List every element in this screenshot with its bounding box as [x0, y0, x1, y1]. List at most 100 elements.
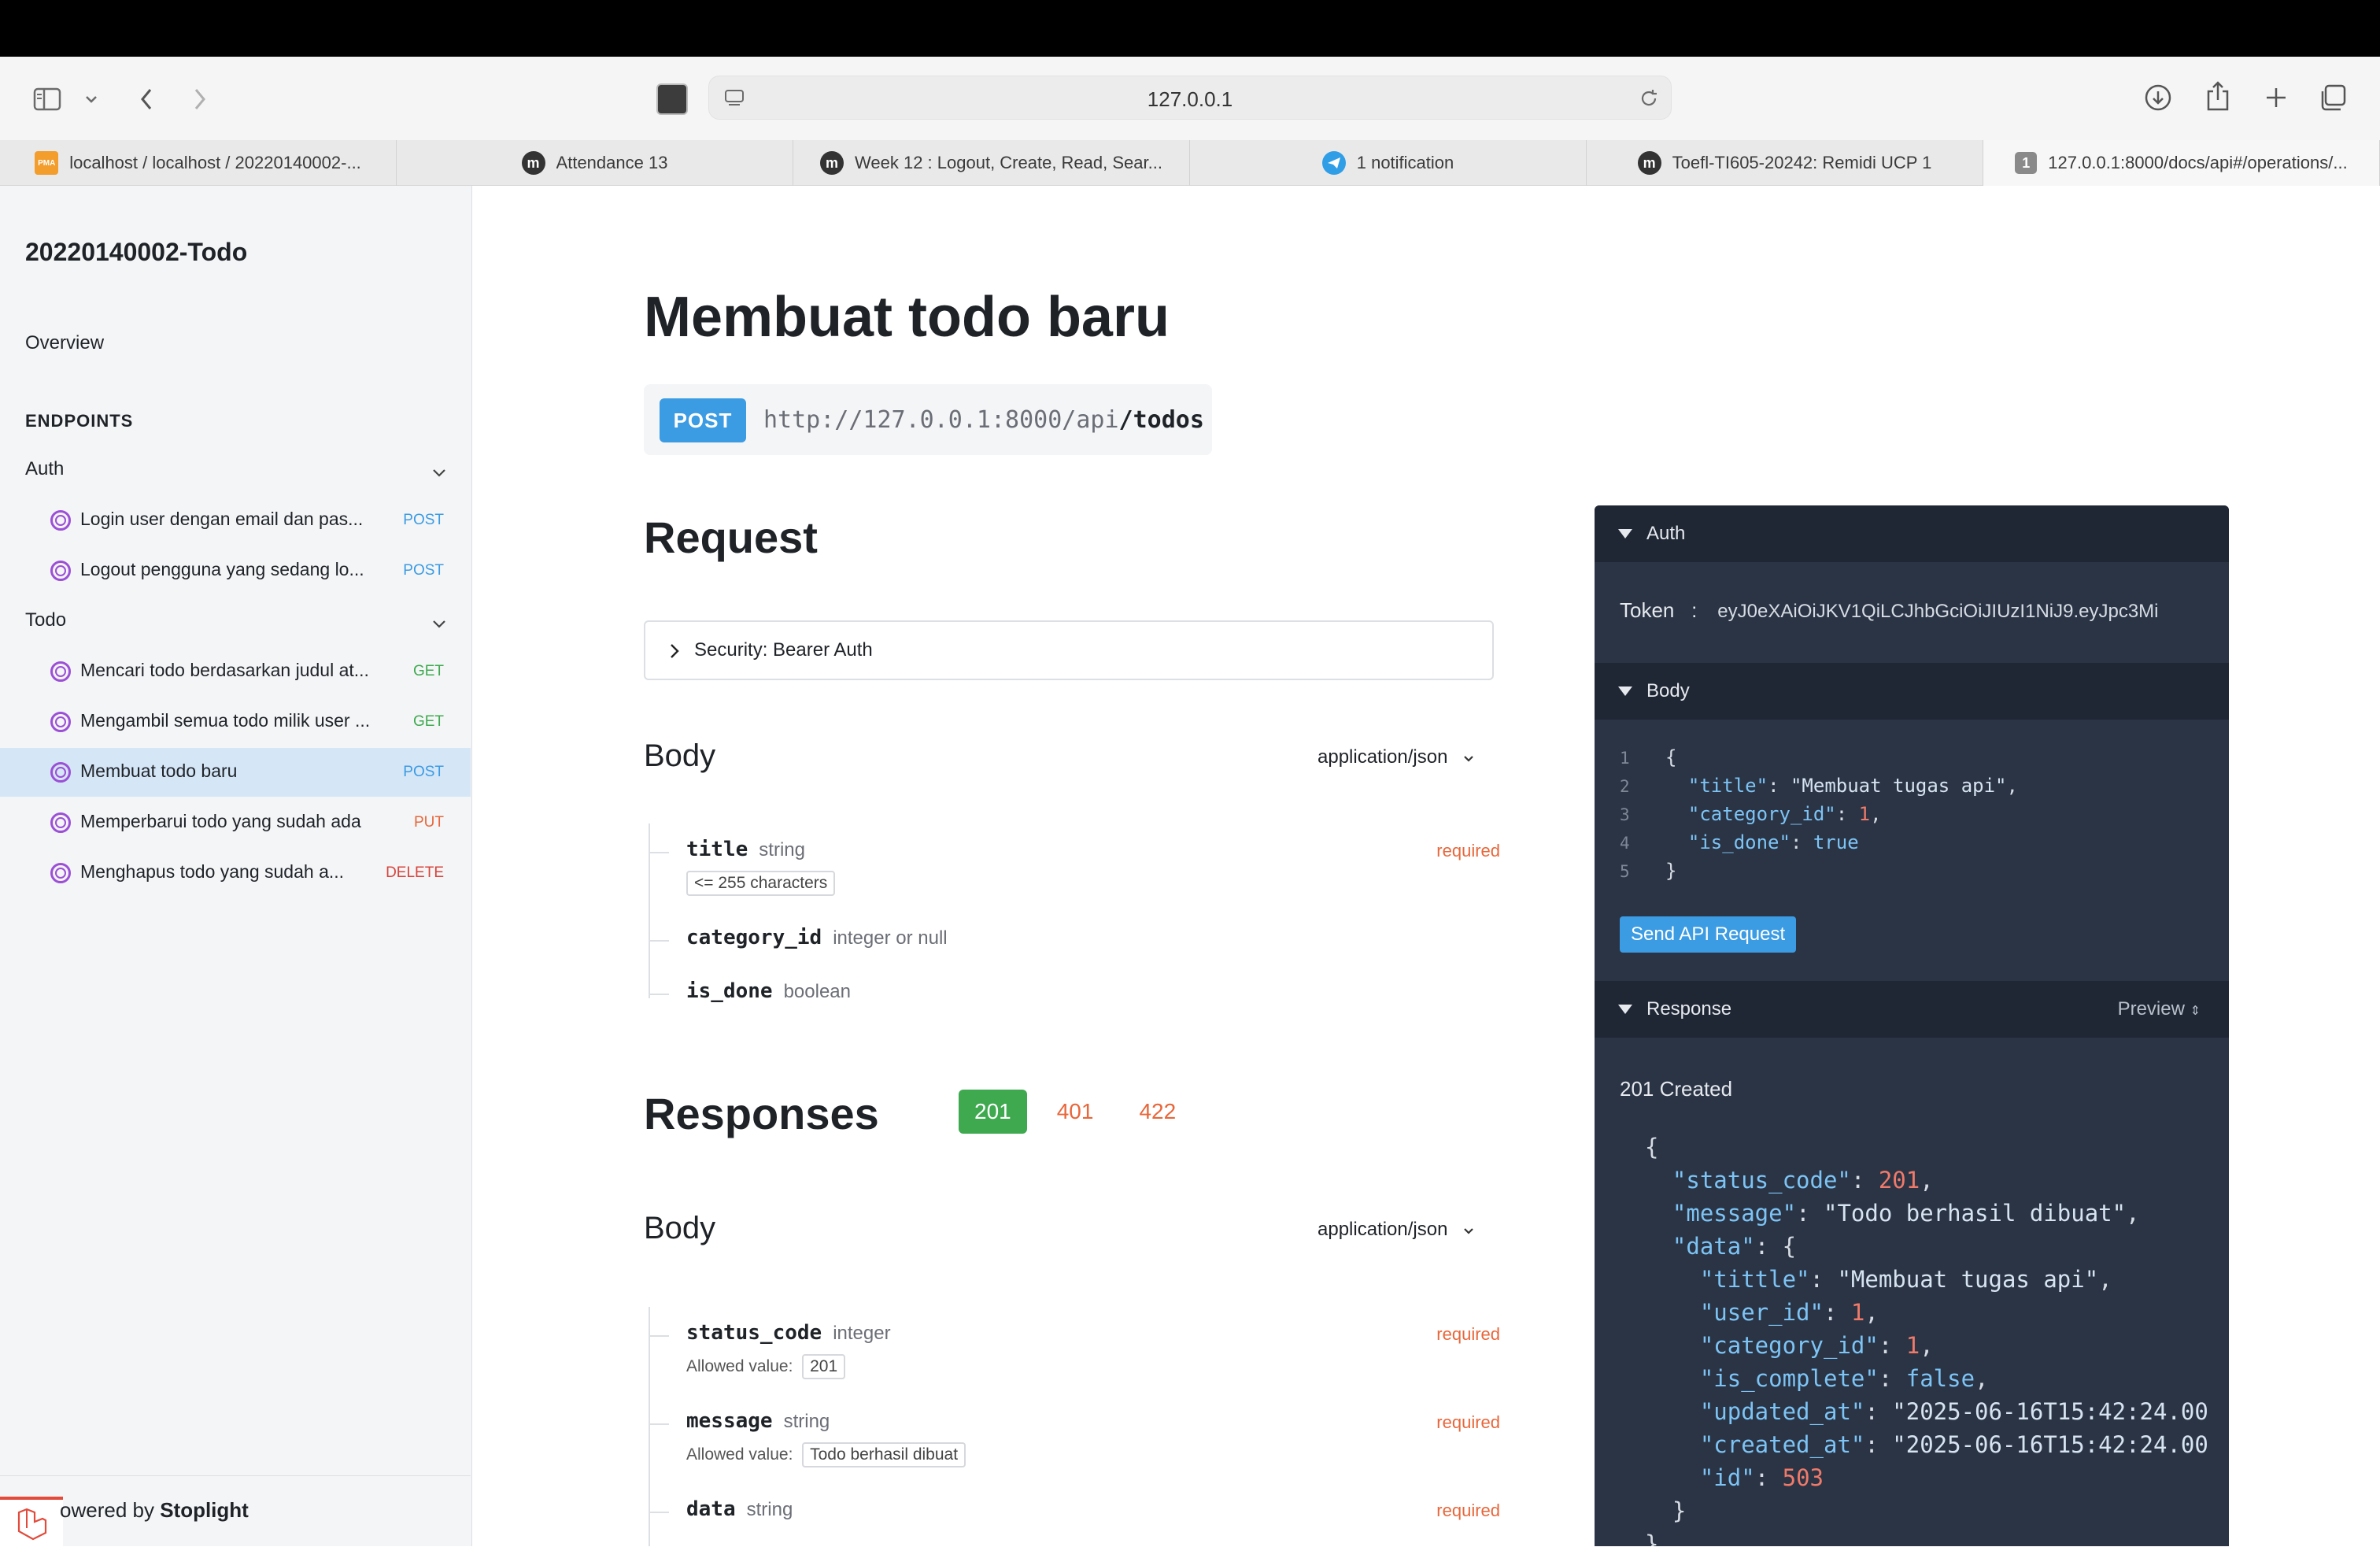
sidebar-item-create-todo[interactable]: Membuat todo baru POST: [0, 748, 471, 797]
send-api-request-button[interactable]: Send API Request: [1620, 916, 1797, 953]
code-line: "id": 503: [1699, 1464, 1824, 1491]
tab-telegram[interactable]: 1 notification: [1190, 140, 1587, 186]
sidebar-group-todo[interactable]: Todo: [25, 609, 447, 631]
browser-toolbar: 127.0.0.1: [0, 57, 2380, 140]
method-badge: POST: [403, 562, 444, 579]
content-type-label: application/json: [1318, 1219, 1448, 1240]
sidebar-item-search-todo[interactable]: Mencari todo berdasarkan judul at... GET: [0, 647, 471, 696]
sidebar-item-update-todo[interactable]: Memperbarui todo yang sudah ada PUT: [0, 798, 471, 847]
param-name: data string: [686, 1497, 793, 1521]
chevron-down-icon: [431, 613, 447, 635]
response-content-type-select[interactable]: application/json: [1318, 1219, 1475, 1242]
sidebar-footer: owered by Stoplight: [0, 1475, 471, 1547]
url-base: http://127.0.0.1:8000/api: [763, 406, 1119, 434]
code-line: 5}: [1620, 860, 1677, 882]
new-tab-icon[interactable]: [2260, 82, 2292, 113]
param-type: boolean: [783, 981, 851, 1002]
code-line: "data": {: [1672, 1233, 1797, 1260]
tab-label: 1 notification: [1356, 153, 1454, 172]
token-field[interactable]: Token : eyJ0eXAiOiJKV1QiLCJhbGciOiJIUzI1N…: [1620, 598, 2159, 623]
preview-label: Preview: [2117, 998, 2185, 1020]
endpoint-label: Logout pengguna yang sedang lo...: [80, 559, 364, 579]
tab-overview-icon[interactable]: [2317, 82, 2349, 113]
method-badge: GET: [412, 663, 444, 679]
tab-api-docs[interactable]: 1 127.0.0.1:8000/docs/api#/operations/..…: [1983, 140, 2380, 186]
code-line: 4 "is_done": true: [1620, 831, 1859, 853]
tab-label: Toefl-TI605-20242: Remidi UCP 1: [1672, 153, 1932, 172]
required-label: required: [1436, 1501, 1500, 1520]
endpoint-label: Menghapus todo yang sudah a...: [80, 861, 345, 882]
moodle-icon: m: [1637, 151, 1661, 175]
param-type: string: [759, 839, 805, 860]
param-name: message string: [686, 1409, 830, 1433]
constraint-chip: <= 255 characters: [686, 871, 836, 896]
address-bar[interactable]: 127.0.0.1: [708, 76, 1672, 120]
laravel-icon[interactable]: [0, 1497, 63, 1547]
allowed-value: Allowed value: 201: [686, 1354, 846, 1379]
telegram-icon: [1321, 151, 1346, 175]
required-label: required: [1436, 1324, 1500, 1344]
caret-down-icon: [1618, 1005, 1632, 1014]
back-icon[interactable]: [132, 83, 161, 115]
tab-label: localhost / localhost / 20220140002-...: [69, 153, 361, 172]
response-tab-201[interactable]: 201: [959, 1090, 1027, 1134]
sidebar-item-overview[interactable]: Overview: [25, 332, 104, 354]
powered-by-text[interactable]: owered by Stoplight: [60, 1498, 249, 1523]
code-line: 3 "category_id": 1,: [1620, 803, 1882, 825]
sidebar-item-delete-todo[interactable]: Menghapus todo yang sudah a... DELETE: [0, 849, 471, 897]
forward-icon[interactable]: [186, 83, 214, 115]
chevron-down-icon: [1462, 747, 1475, 769]
method-badge: DELETE: [386, 864, 444, 881]
chevron-down-icon[interactable]: [80, 88, 102, 110]
endpoints-heading: ENDPOINTS: [25, 411, 134, 431]
sidebar-item-logout[interactable]: Logout pengguna yang sedang lo... POST: [0, 546, 471, 595]
param-status-code: status_code integer required Allowed valu…: [650, 1321, 1500, 1379]
endpoint-icon: [50, 712, 71, 732]
tree-line: [650, 994, 669, 995]
endpoint-label: Memperbarui todo yang sudah ada: [80, 811, 361, 831]
phpmyadmin-icon: PMA: [35, 151, 59, 175]
tab-week12[interactable]: m Week 12 : Logout, Create, Read, Sear..…: [793, 140, 1190, 186]
page-title: Membuat todo baru: [644, 286, 1170, 349]
param-is-done: is_done boolean: [650, 979, 1500, 1011]
tree-line: [650, 1335, 669, 1337]
tab-toefl[interactable]: m Toefl-TI605-20242: Remidi UCP 1: [1587, 140, 1983, 186]
project-title: 20220140002-Todo: [25, 238, 248, 266]
param-message: message string required Allowed value: To…: [650, 1409, 1500, 1467]
response-panel-header[interactable]: Response Preview ⇕: [1595, 981, 2229, 1038]
code-line: "message": "Todo berhasil dibuat",: [1672, 1200, 2140, 1227]
site-avatar-icon: [656, 83, 688, 115]
main-content: Membuat todo baru POST http://127.0.0.1:…: [472, 186, 2380, 1546]
sidebar-item-list-todo[interactable]: Mengambil semua todo milik user ... GET: [0, 698, 471, 746]
response-panel-label: Response: [1646, 998, 1732, 1020]
auth-panel-header[interactable]: Auth: [1595, 505, 2229, 562]
tree-line: [650, 1512, 669, 1513]
sidebar-group-auth[interactable]: Auth: [25, 458, 447, 480]
tab-phpmyadmin[interactable]: PMA localhost / localhost / 20220140002-…: [0, 140, 397, 186]
sidebar-item-login[interactable]: Login user dengan email dan pas... POST: [0, 496, 471, 545]
content-type-select[interactable]: application/json: [1318, 746, 1475, 769]
share-icon[interactable]: [2202, 79, 2234, 113]
security-collapsible[interactable]: Security: Bearer Auth: [644, 620, 1494, 680]
endpoint-url: http://127.0.0.1:8000/api/todos: [763, 406, 1204, 434]
group-label: Todo: [25, 609, 67, 631]
address-text: 127.0.0.1: [1147, 87, 1233, 111]
response-code-tabs: 201 401 422: [959, 1090, 1206, 1134]
response-tab-422[interactable]: 422: [1123, 1090, 1192, 1134]
response-tab-401[interactable]: 401: [1041, 1090, 1110, 1134]
responses-heading: Responses: [644, 1089, 879, 1138]
body-panel-label: Body: [1646, 680, 1690, 701]
request-params: title string required <= 255 characters c…: [649, 823, 1500, 1003]
url-path: /todos: [1118, 406, 1204, 434]
preview-select[interactable]: Preview ⇕: [2118, 998, 2201, 1020]
body-panel-header[interactable]: Body: [1595, 663, 2229, 720]
sidebar-toggle-icon[interactable]: [31, 83, 63, 115]
download-icon[interactable]: [2142, 82, 2174, 113]
chevron-down-icon: [1462, 1219, 1475, 1242]
tab-attendance[interactable]: m Attendance 13: [397, 140, 793, 186]
code-line: "status_code": 201,: [1672, 1167, 1934, 1194]
reload-icon[interactable]: [1636, 86, 1661, 111]
chevron-right-icon: [669, 642, 680, 664]
endpoint-label: Login user dengan email dan pas...: [80, 509, 364, 529]
content-type-label: application/json: [1318, 746, 1448, 768]
